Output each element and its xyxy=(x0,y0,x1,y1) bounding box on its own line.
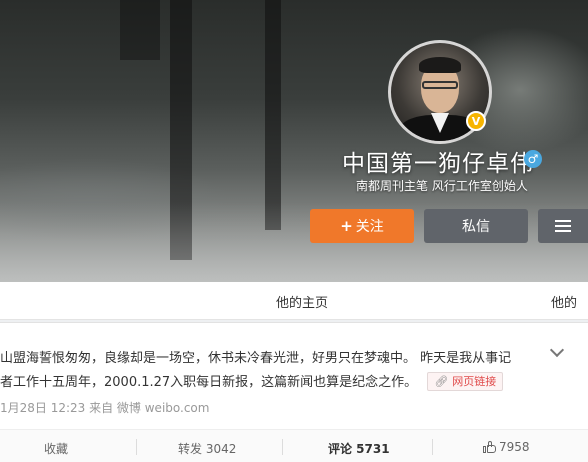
profile-nickname: 中国第一狗仔卓伟 xyxy=(342,151,534,177)
post-text-line-2: 者工作十五周年，2000.1.27入职每日新报，这篇新闻也算是纪念之作。 xyxy=(0,375,418,390)
divider xyxy=(282,439,283,455)
thumbs-up-icon xyxy=(483,441,496,453)
favorite-button[interactable]: 收藏 xyxy=(44,440,68,457)
link-icon: 🔗︎ xyxy=(434,374,449,388)
like-count: 7958 xyxy=(499,440,530,454)
verified-badge-icon: V xyxy=(466,111,486,131)
chevron-down-icon[interactable] xyxy=(549,342,565,358)
web-link-label: 网页链接 xyxy=(452,374,497,388)
post-meta: 1月28日 12:23 来自 微博 weibo.com xyxy=(0,401,210,415)
profile-bio: 南都周刊主笔 风行工作室创始人 xyxy=(356,179,528,193)
repost-button[interactable]: 转发 3042 xyxy=(178,440,236,457)
plus-icon: + xyxy=(340,217,353,235)
message-button[interactable]: 私信 xyxy=(424,209,528,243)
male-icon: ♂ xyxy=(524,150,542,168)
web-link[interactable]: 🔗︎ 网页链接 xyxy=(427,372,504,391)
like-button[interactable]: 7958 xyxy=(483,440,530,454)
comment-button[interactable]: 评论 5731 xyxy=(328,440,390,457)
weibo-post: 山盟海誓恨匆匆，良缘却是一场空，休书未冷春光泄，好男只在梦魂中。 昨天是我从事记… xyxy=(0,322,588,462)
post-text-line-1: 山盟海誓恨匆匆，良缘却是一场空，休书未冷春光泄，好男只在梦魂中。 昨天是我从事记 xyxy=(0,351,512,366)
tab-other[interactable]: 他的 xyxy=(551,292,577,311)
follow-label: 关注 xyxy=(355,219,384,235)
post-actions: 收藏 转发 3042 评论 5731 7958 xyxy=(0,429,588,462)
post-text: 山盟海誓恨匆匆，良缘却是一场空，休书未冷春光泄，好男只在梦魂中。 昨天是我从事记… xyxy=(0,347,548,395)
menu-icon xyxy=(555,220,571,232)
follow-button[interactable]: + 关注 xyxy=(310,209,414,243)
divider xyxy=(136,439,137,455)
more-button[interactable] xyxy=(538,209,588,243)
tab-home[interactable]: 他的主页 xyxy=(276,292,328,311)
profile-tabs: 他的主页 他的 xyxy=(0,282,588,320)
divider xyxy=(432,439,433,455)
